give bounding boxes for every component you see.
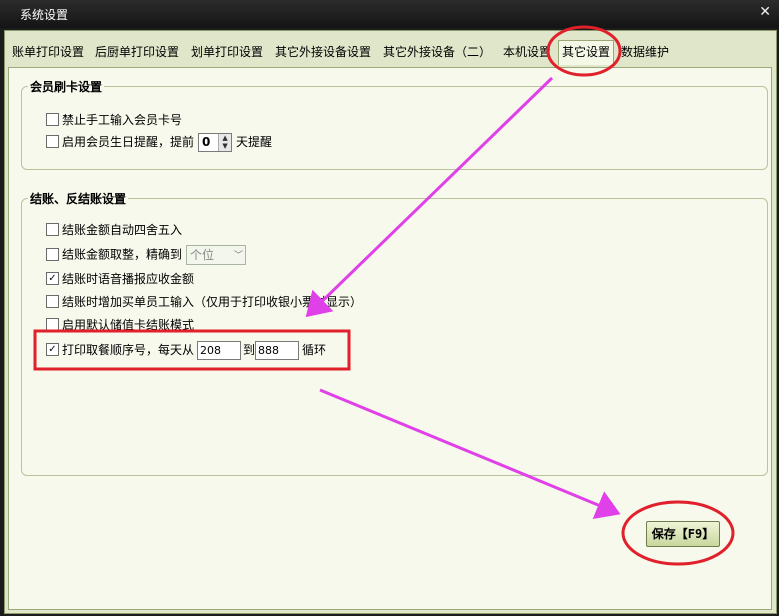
tab-dish-print[interactable]: 划单打印设置 <box>188 41 267 63</box>
birthday-reminder-label: 启用会员生日提醒，提前 <box>62 135 195 149</box>
round-amount-label: 结账金额自动四舍五入 <box>62 223 183 237</box>
save-button[interactable]: 保存【F9】 <box>646 521 720 547</box>
precision-select[interactable]: 个位 ﹀ <box>186 245 247 265</box>
order-number-to-input[interactable]: 888 <box>255 341 300 360</box>
checkout-group-title: 结账、反结账设置 <box>28 190 129 207</box>
birthday-reminder-suffix: 天提醒 <box>236 135 273 149</box>
tab-bill-print[interactable]: 账单打印设置 <box>9 41 88 63</box>
order-number-label: 打印取餐顺序号，每天从 <box>62 343 195 357</box>
birthday-reminder-checkbox[interactable] <box>46 135 59 148</box>
member-group-title: 会员刷卡设置 <box>28 78 105 95</box>
stepper-arrows-icon[interactable]: ▲ ▼ <box>218 134 232 151</box>
birthday-days-value: 0 <box>202 135 211 149</box>
close-icon[interactable]: ✕ <box>759 4 771 20</box>
stored-value-mode-label: 启用默认储值卡结账模式 <box>62 318 195 332</box>
stored-value-mode-checkbox[interactable] <box>46 318 59 331</box>
voice-announce-checkbox[interactable]: ✓ <box>46 272 59 285</box>
order-number-from-input[interactable]: 208 <box>197 341 242 360</box>
disable-manual-card-option[interactable]: 禁止手工输入会员卡号 <box>46 111 182 129</box>
integer-amount-checkbox[interactable] <box>46 247 59 261</box>
tab-other-settings[interactable]: 其它设置 <box>558 40 615 65</box>
add-staff-input-checkbox[interactable] <box>46 295 59 308</box>
voice-announce-label: 结账时语音播报应收金额 <box>62 272 195 286</box>
add-staff-input-option[interactable]: 结账时增加买单员工输入（仅用于打印收银小票时显示） <box>46 293 362 311</box>
tab-bar: 账单打印设置 后厨单打印设置 划单打印设置 其它外接设备设置 其它外接设备（二）… <box>5 40 776 65</box>
birthday-days-stepper[interactable]: 0 ▲ ▼ <box>198 133 233 152</box>
integer-amount-option[interactable]: 结账金额取整，精确到 个位 ﹀ <box>46 245 247 265</box>
tab-external-devices-2[interactable]: 其它外接设备（二） <box>380 41 495 63</box>
integer-amount-label: 结账金额取整，精确到 <box>62 247 183 262</box>
order-number-suffix: 循环 <box>302 343 327 357</box>
add-staff-input-label: 结账时增加买单员工输入（仅用于打印收银小票时显示） <box>62 295 363 309</box>
member-card-group: 会员刷卡设置 禁止手工输入会员卡号 启用会员生日提醒，提前 0 ▲ ▼ 天提醒 <box>21 78 768 170</box>
disable-manual-card-label: 禁止手工输入会员卡号 <box>62 113 183 127</box>
window-title: 系统设置 <box>20 8 69 22</box>
birthday-reminder-option[interactable]: 启用会员生日提醒，提前 0 ▲ ▼ 天提醒 <box>46 133 273 152</box>
round-amount-option[interactable]: 结账金额自动四舍五入 <box>46 221 182 239</box>
voice-announce-option[interactable]: ✓ 结账时语音播报应收金额 <box>46 270 194 288</box>
title-bar: 系统设置 ✕ <box>0 0 779 28</box>
order-number-option[interactable]: ✓ 打印取餐顺序号，每天从 208 到 888 循环 <box>46 341 327 360</box>
order-number-to-label: 到 <box>243 343 256 357</box>
tab-external-devices[interactable]: 其它外接设备设置 <box>272 41 375 63</box>
disable-manual-card-checkbox[interactable] <box>46 113 59 126</box>
precision-select-value: 个位 <box>190 248 215 262</box>
chevron-down-icon: ﹀ <box>234 251 244 261</box>
order-number-checkbox[interactable]: ✓ <box>46 343 59 356</box>
round-amount-checkbox[interactable] <box>46 223 59 236</box>
tab-local-settings[interactable]: 本机设置 <box>500 41 555 63</box>
tab-data-maintenance[interactable]: 数据维护 <box>618 41 673 63</box>
checkout-group: 结账、反结账设置 结账金额自动四舍五入 结账金额取整，精确到 个位 ﹀ ✓ 结账时语音… <box>21 190 768 476</box>
stored-value-mode-option[interactable]: 启用默认储值卡结账模式 <box>46 316 194 334</box>
tab-kitchen-print[interactable]: 后厨单打印设置 <box>92 41 183 63</box>
settings-window: 系统设置 ✕ 账单打印设置 后厨单打印设置 划单打印设置 其它外接设备设置 其它… <box>0 0 779 616</box>
